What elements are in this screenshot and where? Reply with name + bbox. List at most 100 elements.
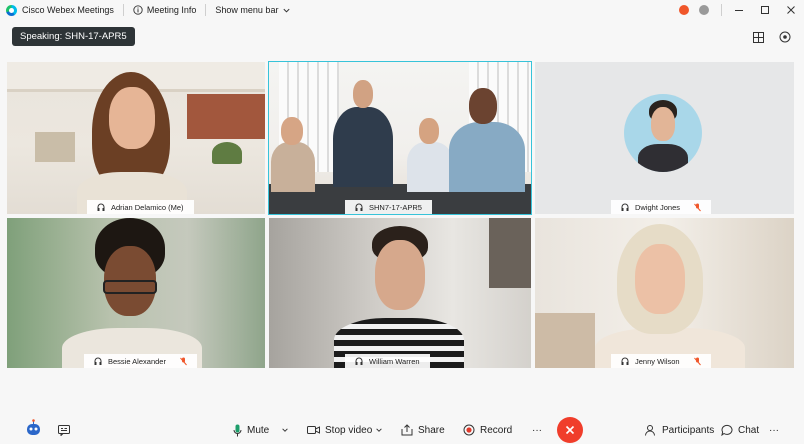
record-button[interactable]: Record: [463, 422, 512, 438]
participant-name: Jenny Wilson: [635, 356, 680, 366]
closed-captions-button[interactable]: [58, 422, 75, 438]
person-face: [109, 87, 155, 149]
chat-label: Chat: [738, 424, 760, 436]
captions-icon: [58, 424, 70, 436]
person-face: [651, 107, 675, 141]
person-face: [353, 80, 373, 108]
record-icon: [463, 424, 475, 436]
divider: [205, 4, 207, 16]
webex-assistant-button[interactable]: [25, 419, 47, 436]
close-button[interactable]: [778, 0, 804, 20]
muted-mic-icon: [180, 357, 187, 365]
glasses: [103, 280, 157, 294]
meeting-info-button[interactable]: Meeting Info: [133, 5, 197, 15]
divider: [122, 4, 124, 16]
chat-button[interactable]: Chat: [721, 422, 759, 438]
participant-name: Bessie Alexander: [108, 356, 166, 366]
headset-icon: [94, 357, 102, 365]
end-meeting-button[interactable]: [557, 417, 583, 443]
person-face: [469, 88, 497, 124]
headset-icon: [355, 203, 363, 211]
participant-name-tag: SHN7-17-APR5: [345, 200, 432, 214]
participant-name-tag: Adrian Delamico (Me): [87, 200, 194, 214]
stop-video-button[interactable]: Stop video: [307, 422, 372, 438]
robot-assistant-icon: [27, 419, 40, 435]
mute-options-button[interactable]: [281, 422, 294, 438]
app-title: Cisco Webex Meetings: [22, 5, 114, 15]
more-options-icon: ···: [532, 424, 542, 436]
participant-name-tag: Jenny Wilson: [611, 354, 711, 368]
furniture: [535, 313, 595, 368]
person-body: [407, 142, 453, 192]
video-camera-icon: [307, 426, 320, 434]
mute-label: Mute: [247, 424, 270, 436]
title-bar: Cisco Webex Meetings Meeting Info Show m…: [0, 0, 804, 20]
meeting-info-label: Meeting Info: [146, 5, 197, 15]
share-button[interactable]: Share: [401, 422, 445, 438]
person-body: [333, 107, 393, 187]
person-face: [635, 244, 685, 314]
close-icon: [787, 6, 795, 14]
video-tile[interactable]: Adrian Delamico (Me): [7, 62, 265, 214]
divider: [721, 4, 722, 16]
maximize-icon: [761, 6, 769, 14]
plant: [212, 142, 242, 164]
muted-mic-icon: [693, 357, 701, 365]
video-tile-active-speaker[interactable]: SHN7-17-APR5: [268, 61, 532, 215]
mute-button[interactable]: Mute: [233, 422, 269, 438]
more-options-button[interactable]: ···: [532, 422, 542, 438]
participant-name-tag: William Warren: [345, 354, 430, 368]
close-icon: [565, 425, 575, 435]
muted-mic-icon: [694, 203, 701, 211]
speaking-indicator: Speaking: SHN-17-APR5: [12, 27, 135, 46]
participant-name: William Warren: [369, 356, 420, 366]
connection-status-icon[interactable]: [699, 5, 709, 15]
person-face: [375, 240, 425, 310]
video-options-button[interactable]: [375, 422, 388, 438]
chevron-down-icon: [376, 428, 382, 432]
participants-button[interactable]: Participants: [645, 422, 714, 438]
chevron-down-icon: [283, 8, 291, 13]
stop-video-label: Stop video: [325, 424, 373, 436]
person-face: [419, 118, 439, 144]
brick-wall: [187, 94, 265, 139]
books: [35, 132, 75, 162]
headset-icon: [621, 203, 629, 211]
picture-frame: [489, 218, 531, 288]
layout-options-button[interactable]: [777, 29, 793, 45]
headset-icon: [97, 203, 105, 211]
microphone-icon: [233, 424, 242, 436]
participant-name-tag: Dwight Jones: [611, 200, 712, 214]
record-label: Record: [480, 424, 513, 436]
participants-label: Participants: [662, 424, 715, 436]
webex-logo-icon: [6, 4, 17, 16]
video-tile[interactable]: Dwight Jones: [535, 62, 794, 214]
chevron-down-icon: [282, 428, 288, 432]
show-menu-bar-label: Show menu bar: [215, 5, 279, 15]
more-right-icon: ···: [769, 424, 779, 436]
grid-icon: [752, 31, 764, 43]
minimize-button[interactable]: [726, 0, 752, 20]
person-body: [271, 142, 315, 192]
notification-badge-icon[interactable]: [679, 5, 689, 15]
grid-layout-button[interactable]: [750, 29, 766, 45]
participant-name-tag: Bessie Alexander: [84, 354, 197, 368]
share-label: Share: [418, 424, 445, 436]
show-menu-bar-button[interactable]: Show menu bar: [215, 5, 291, 15]
person-body: [638, 144, 688, 172]
participant-name: Adrian Delamico (Me): [111, 202, 184, 212]
headset-icon: [621, 357, 629, 365]
video-tile[interactable]: William Warren: [269, 218, 531, 368]
share-screen-icon: [401, 424, 413, 436]
maximize-button[interactable]: [752, 0, 778, 20]
video-tile[interactable]: Jenny Wilson: [535, 218, 794, 368]
more-right-button[interactable]: ···: [769, 422, 779, 438]
headset-icon: [355, 357, 363, 365]
meeting-controls-bar: Mute Stop video Share Record ··· Partici…: [0, 414, 804, 444]
minimize-icon: [735, 10, 743, 11]
person-face: [281, 117, 303, 145]
chat-bubble-icon: [721, 424, 733, 436]
video-tile[interactable]: Bessie Alexander: [7, 218, 265, 368]
participant-name: Dwight Jones: [635, 202, 681, 212]
avatar: [624, 94, 702, 172]
